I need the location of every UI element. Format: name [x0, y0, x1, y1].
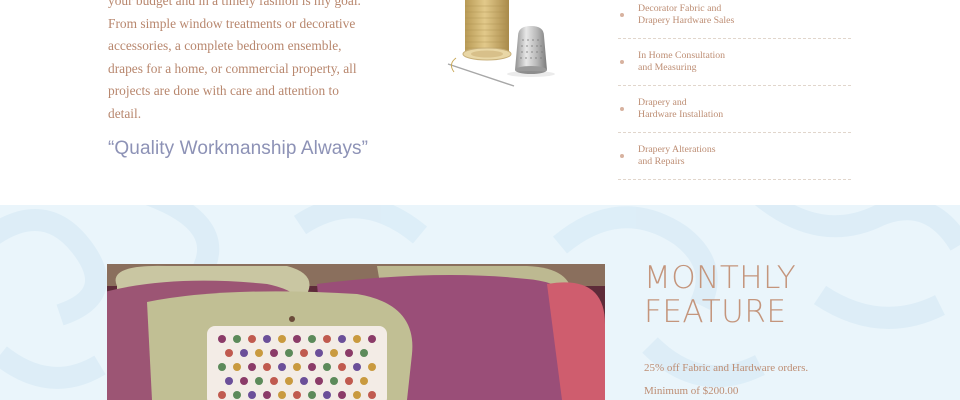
intro-paragraph: your budget and in a timely fashion is m…: [108, 0, 388, 126]
bedroom-pillows-photo: [107, 264, 605, 400]
feature-minimum-text: Minimum of $200.00: [644, 385, 739, 397]
service-label: Drapery and Hardware Installation: [638, 96, 724, 120]
thread-spool: [462, 0, 512, 61]
services-section: your budget and in a timely fashion is m…: [0, 0, 960, 205]
service-label: Drapery Alterations and Repairs: [638, 143, 716, 167]
thimble: [507, 26, 555, 77]
tagline: “Quality Workmanship Always”: [108, 138, 369, 159]
service-item-fabric-sales: Decorator Fabric and Drapery Hardware Sa…: [618, 0, 851, 39]
bullet-icon: [620, 13, 624, 17]
monthly-feature-heading: MONTHLY FEATURE: [644, 260, 797, 330]
service-item-consultation: In Home Consultation and Measuring: [618, 39, 851, 86]
feature-offer-text: 25% off Fabric and Hardware orders.: [644, 362, 809, 374]
services-list: Decorator Fabric and Drapery Hardware Sa…: [618, 0, 851, 180]
service-item-alterations: Drapery Alterations and Repairs: [618, 133, 851, 180]
bullet-icon: [620, 107, 624, 111]
service-label: In Home Consultation and Measuring: [638, 49, 726, 73]
intro-text: your budget and in a timely fashion is m…: [108, 0, 361, 121]
bullet-icon: [620, 60, 624, 64]
monthly-feature-section: MONTHLY FEATURE 25% off Fabric and Hardw…: [0, 205, 960, 400]
service-label: Decorator Fabric and Drapery Hardware Sa…: [638, 2, 735, 26]
bullet-icon: [620, 154, 624, 158]
thread-spool-thimble-image: [447, 0, 555, 87]
service-item-installation: Drapery and Hardware Installation: [618, 86, 851, 133]
needle: [447, 57, 515, 87]
